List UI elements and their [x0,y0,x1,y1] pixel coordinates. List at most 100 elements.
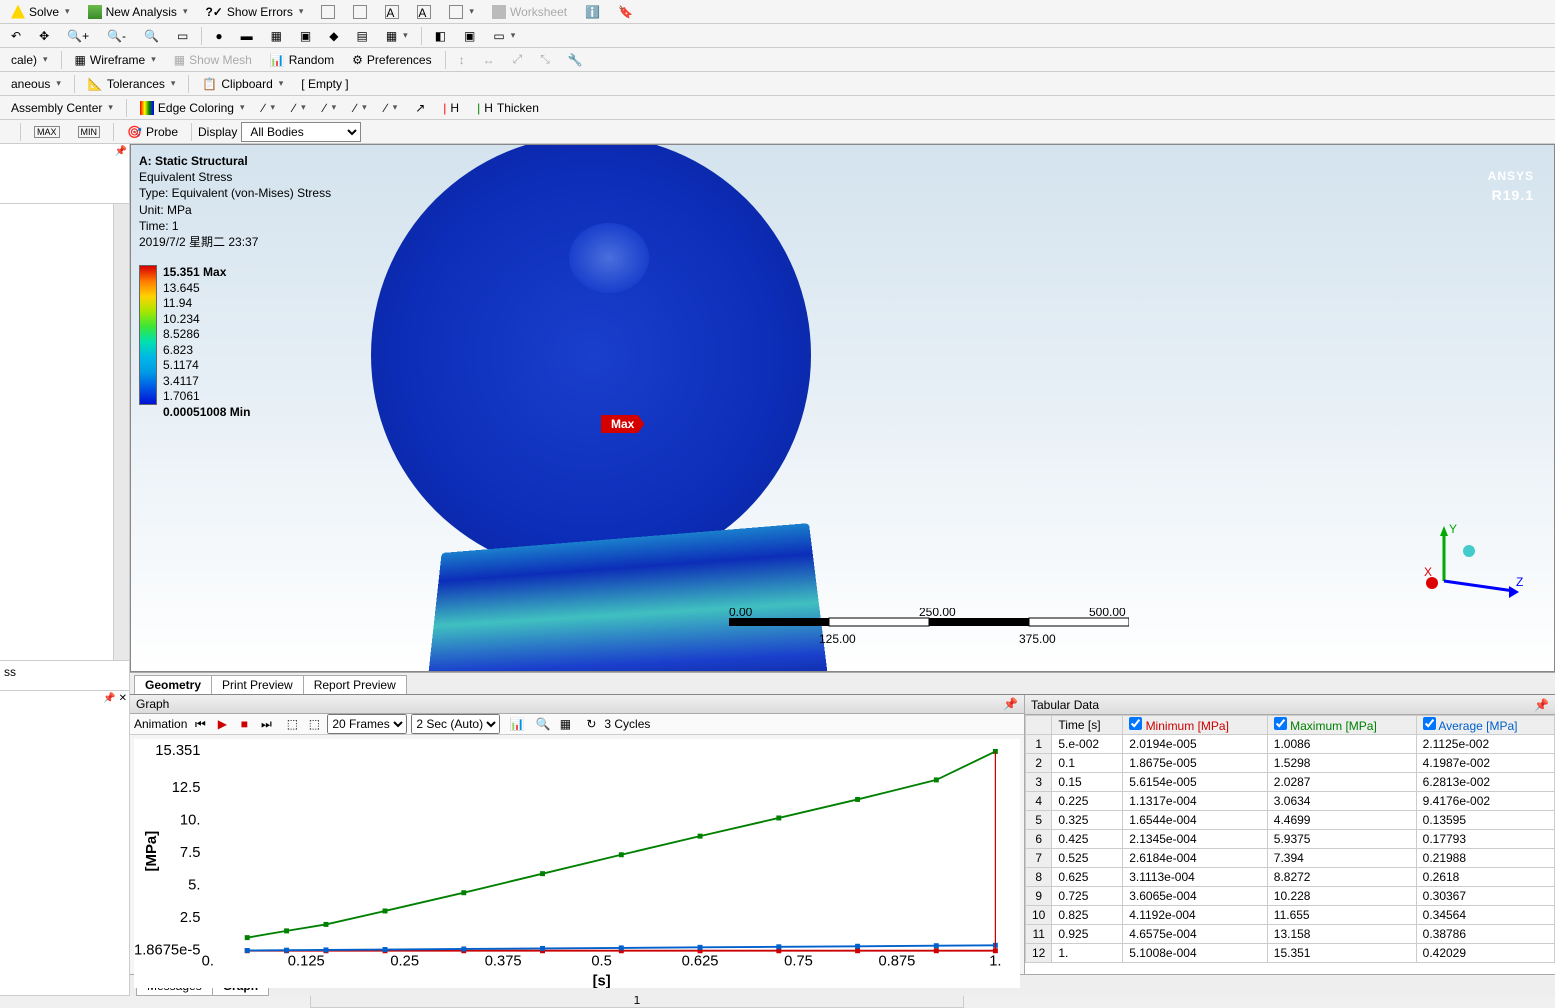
svg-text:1.: 1. [989,954,1001,970]
show-errors-button[interactable]: ?✓Show Errors [198,3,310,21]
tb2-undo[interactable]: ↶ [4,27,28,45]
tb2-fit[interactable]: 🔍 [137,27,166,45]
table-row[interactable]: 50.3251.6544e-0044.46990.13595 [1026,811,1555,830]
anim-first-button[interactable]: ⏮ [191,715,209,733]
edge-1[interactable]: ∕ [256,99,283,117]
anim-opt2[interactable]: ⬚ [305,715,323,733]
svg-text:0.: 0. [202,954,214,970]
tb2-zoom-box[interactable]: ▭ [170,27,195,45]
anim-ctrl1[interactable]: 📊 [508,715,526,733]
svg-text:375.00: 375.00 [1019,632,1056,646]
graph-chart[interactable]: 1.8675e-52.55.7.510.12.515.351[MPa]0.0.1… [134,739,1020,988]
min-icon-btn[interactable]: MIN [71,124,108,140]
anim-stop-button[interactable]: ■ [235,715,253,733]
tb2b-1: ↕ [452,51,472,69]
table-row[interactable]: 30.155.6154e-0052.02876.2813e-002 [1026,773,1555,792]
tb2-sel-edge[interactable]: ▬ [234,27,260,45]
tb2-zoom-out[interactable]: 🔍- [100,27,133,45]
tab-report-preview[interactable]: Report Preview [303,675,407,694]
col-min[interactable]: Minimum [MPa] [1123,716,1268,735]
tb-icon-2[interactable] [346,3,374,21]
tb2-sel-point[interactable]: ● [208,27,229,45]
tab-print-preview[interactable]: Print Preview [211,675,304,694]
tb2b-5[interactable]: 🔧 [561,51,590,69]
min-checkbox[interactable] [1129,717,1142,730]
table-row[interactable]: 90.7253.6065e-00410.2280.30367 [1026,887,1555,906]
aneous-dropdown[interactable]: aneous [4,75,68,93]
max-checkbox[interactable] [1274,717,1287,730]
frames-select[interactable]: 20 Frames [327,714,407,734]
edge-coloring-button[interactable]: Edge Coloring [133,99,252,117]
scale-dropdown[interactable]: cale) [4,51,55,69]
anim-zoom[interactable]: 🔍 [534,715,552,733]
col-max[interactable]: Maximum [MPa] [1267,716,1416,735]
tab-geometry[interactable]: Geometry [134,675,212,694]
tb2-views[interactable]: ▭ [486,27,522,45]
svg-text:Y: Y [1449,522,1457,536]
table-row[interactable]: 40.2251.1317e-0043.06349.4176e-002 [1026,792,1555,811]
tb2-iso[interactable]: ◧ [428,27,453,45]
viewport-3d[interactable]: Max A: Static Structural Equivalent Stre… [130,144,1555,672]
thicken-button[interactable]: |H Thicken [470,99,546,117]
table-row[interactable]: 15.e-0022.0194e-0051.00862.1125e-002 [1026,735,1555,754]
anim-next-button[interactable]: ⏭ [257,715,275,733]
table-row[interactable]: 20.11.8675e-0051.52984.1987e-002 [1026,754,1555,773]
edge-h[interactable]: |H [436,99,466,117]
tb2-front[interactable]: ▣ [457,27,482,45]
tabular-data-table[interactable]: Time [s] Minimum [MPa] Maximum [MPa] Ave… [1025,715,1555,974]
avg-checkbox[interactable] [1423,717,1436,730]
table-row[interactable]: 80.6253.1113e-0048.82720.2618 [1026,868,1555,887]
pin-icon-2[interactable]: 📌 ✕ [103,693,127,704]
edge-3[interactable]: ∕ [317,99,344,117]
tb-icon-3[interactable]: A [378,3,406,21]
table-row[interactable]: 121.5.1008e-00415.3510.42029 [1026,944,1555,963]
probe-button[interactable]: 🎯 Probe [120,123,185,141]
tag-icon: 🔖 [618,5,633,19]
tolerances-button[interactable]: 📐 Tolerances [81,75,183,93]
tb2-sel-body[interactable]: ▣ [293,27,318,45]
clipboard-button[interactable]: 📋 Clipboard [195,75,290,93]
tb2-sel-face[interactable]: ▦ [264,27,289,45]
svg-text:0.375: 0.375 [485,954,522,970]
edge-2[interactable]: ∕ [286,99,313,117]
solve-button[interactable]: Solve [4,3,77,21]
table-row[interactable]: 60.4252.1345e-0045.93750.17793 [1026,830,1555,849]
tb-icon-5[interactable] [442,3,481,21]
table-row[interactable]: 100.8254.1192e-00411.6550.34564 [1026,906,1555,925]
tb2-zoom-in[interactable]: 🔍+ [60,27,96,45]
edge-5[interactable]: ∕ [378,99,405,117]
display-combo[interactable]: All Bodies [241,122,361,142]
preferences-button[interactable]: ⚙ Preferences [345,51,438,69]
anim-opt1[interactable]: ⬚ [283,715,301,733]
pin-icon[interactable]: 📌 [1534,698,1549,712]
tb2-sel-elem[interactable]: ▤ [349,27,374,45]
axis-triad[interactable]: Y Z X [1424,521,1524,601]
svg-text:[MPa]: [MPa] [144,831,160,872]
pin-icon[interactable]: 📌 [115,146,127,157]
max-icon-btn[interactable]: MAX [27,124,67,140]
col-time[interactable]: Time [s] [1052,716,1123,735]
chart-icon [353,5,367,19]
anim-grid[interactable]: ▦ [556,715,574,733]
table-row[interactable]: 110.9254.6575e-00413.1580.38786 [1026,925,1555,944]
table-row[interactable]: 70.5252.6184e-0047.3940.21988 [1026,849,1555,868]
tb2-move[interactable]: ✥ [32,27,56,45]
wireframe-button[interactable]: ▦ Wireframe [68,51,163,69]
anim-play-button[interactable]: ▶ [213,715,231,733]
toolbar-probe: MAX MIN 🎯 Probe Display All Bodies [0,120,1555,144]
tb2-sel-more[interactable]: ▦ [379,27,415,45]
edge-arrow[interactable]: ↗ [408,99,432,117]
tb2-sel-node[interactable]: ◆ [322,27,345,45]
tb-icon-4[interactable]: A [410,3,438,21]
edge-4[interactable]: ∕ [347,99,374,117]
col-avg[interactable]: Average [MPa] [1416,716,1554,735]
tb-icon-1[interactable] [314,3,342,21]
tb-icon-7[interactable]: 🔖 [611,3,640,21]
new-analysis-button[interactable]: New Analysis [81,3,195,21]
tb-icon-6[interactable]: ℹ️ [578,3,607,21]
duration-select[interactable]: 2 Sec (Auto) [411,714,500,734]
assembly-center-dropdown[interactable]: Assembly Center [4,99,120,117]
random-button[interactable]: 📊 Random [263,51,341,69]
svg-text:0.625: 0.625 [682,954,719,970]
pin-icon[interactable]: 📌 [1003,697,1018,711]
